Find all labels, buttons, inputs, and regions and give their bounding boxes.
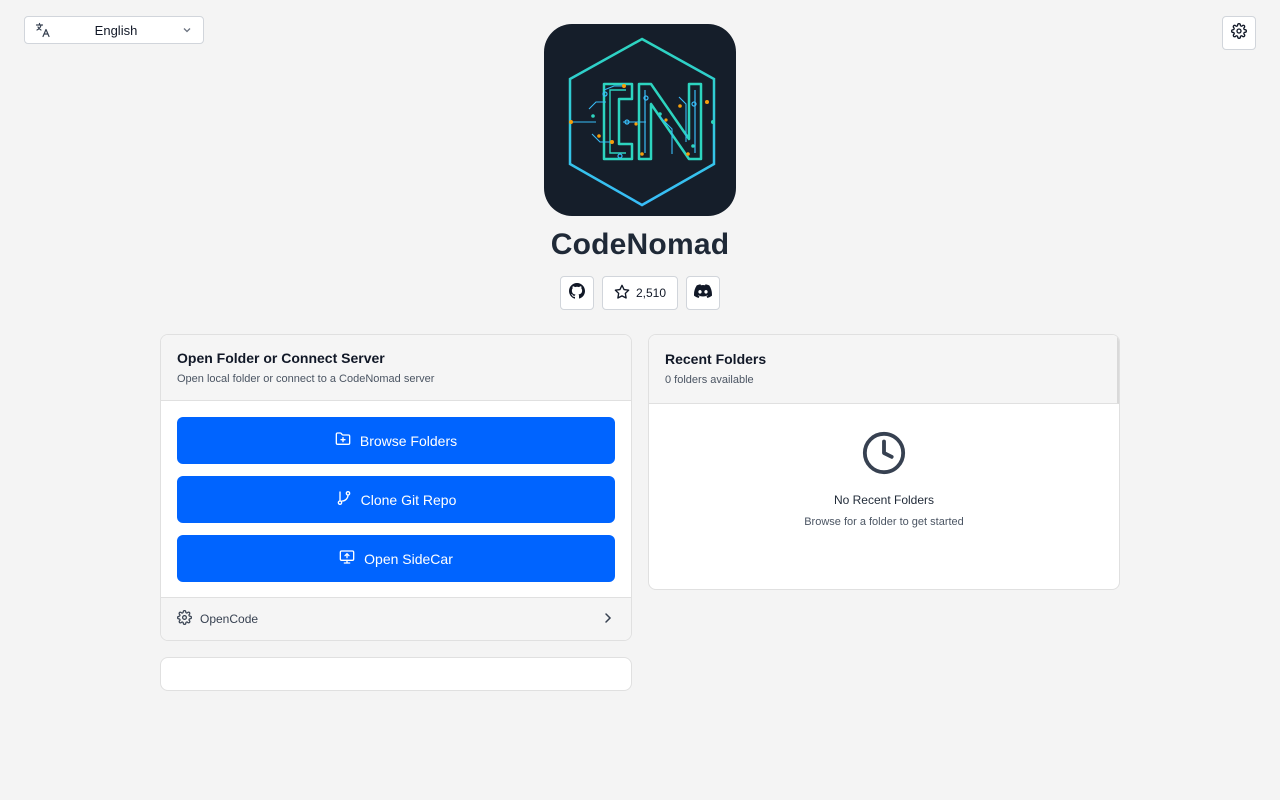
chevron-right-icon: [601, 611, 615, 628]
language-value: English: [94, 22, 138, 38]
open-folder-card-header: Open Folder or Connect Server Open local…: [161, 335, 631, 401]
recent-folders-count: 0 folders available: [665, 374, 754, 386]
github-button[interactable]: [560, 276, 594, 310]
recent-folders-card: Recent Folders 0 folders available No Re…: [648, 334, 1120, 590]
gear-icon: [177, 610, 192, 628]
open-sidecar-button[interactable]: Open SideCar: [177, 535, 615, 582]
recent-folders-header: Recent Folders 0 folders available: [649, 335, 1119, 404]
empty-state-title: No Recent Folders: [833, 493, 935, 507]
browse-folders-label: Browse Folders: [359, 432, 458, 449]
link-buttons: 2,510: [560, 276, 720, 310]
open-folder-title: Open Folder or Connect Server: [177, 350, 385, 366]
star-icon: [614, 284, 630, 303]
discord-icon: [694, 283, 712, 303]
recent-folders-title: Recent Folders: [665, 351, 767, 367]
monitor-upload-icon: [339, 549, 355, 568]
open-sidecar-label: Open SideCar: [364, 550, 453, 567]
empty-state-subtitle: Browse for a folder to get started: [804, 516, 964, 528]
folder-plus-icon: [335, 431, 351, 450]
empty-panel: [160, 657, 632, 691]
github-icon: [569, 282, 585, 304]
git-branch-icon: [336, 490, 352, 509]
language-select[interactable]: English: [24, 16, 204, 44]
star-count: 2,510: [635, 286, 667, 300]
settings-button[interactable]: [1222, 16, 1256, 50]
app-logo: [544, 24, 736, 216]
opencode-settings-row[interactable]: OpenCode: [161, 597, 631, 640]
github-stars-button[interactable]: 2,510: [602, 276, 678, 310]
open-folder-subtitle: Open local folder or connect to a CodeNo…: [177, 373, 435, 385]
app-title: CodeNomad: [550, 228, 730, 261]
browse-folders-button[interactable]: Browse Folders: [177, 417, 615, 464]
clock-icon: [861, 430, 907, 481]
clone-git-repo-label: Clone Git Repo: [360, 491, 457, 508]
recent-folders-empty-state: No Recent Folders Browse for a folder to…: [649, 430, 1119, 528]
chevron-down-icon: [181, 24, 193, 36]
open-folder-card: Open Folder or Connect Server Open local…: [160, 334, 632, 641]
gear-icon: [1231, 22, 1247, 44]
discord-button[interactable]: [686, 276, 720, 310]
translate-icon: [35, 22, 51, 38]
clone-git-repo-button[interactable]: Clone Git Repo: [177, 476, 615, 523]
opencode-label: OpenCode: [200, 612, 259, 626]
